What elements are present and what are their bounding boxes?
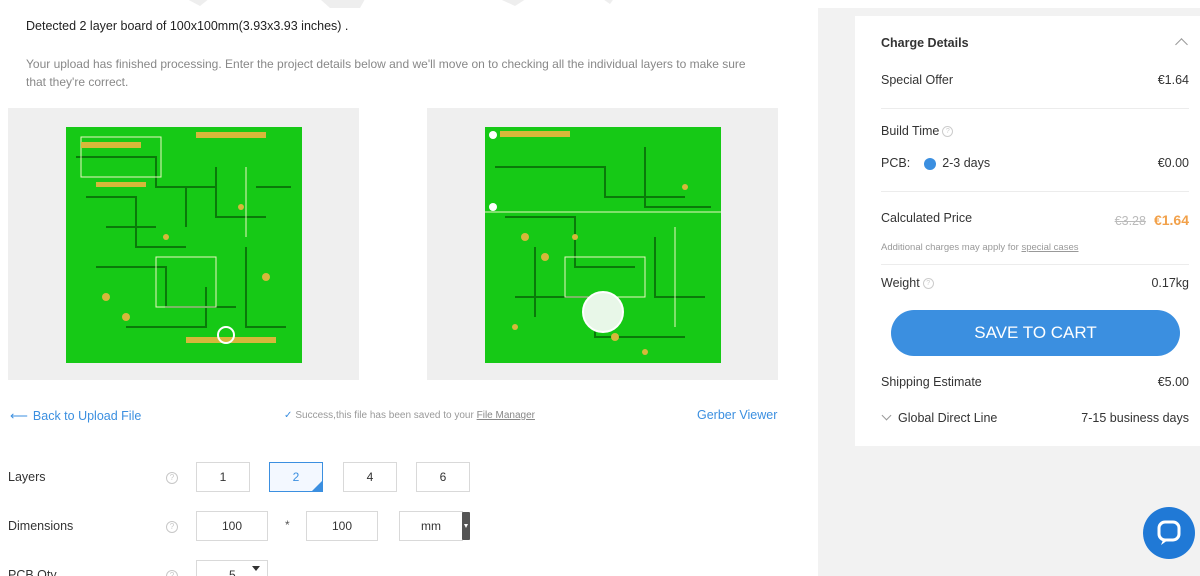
old-price: €3.28 xyxy=(1114,214,1146,228)
pcb-top-image xyxy=(66,127,302,363)
special-offer-value: €1.64 xyxy=(1157,73,1189,87)
shipping-estimate-value: €5.00 xyxy=(1157,375,1189,389)
dimension-width-input[interactable]: 100 xyxy=(196,511,268,541)
build-time-help-icon[interactable]: ? xyxy=(942,126,954,138)
dimension-separator: * xyxy=(285,518,290,532)
special-cases-link[interactable]: special cases xyxy=(1021,242,1078,253)
chevron-up-icon[interactable] xyxy=(1175,38,1188,51)
success-text: Success,this file has been saved to your xyxy=(295,410,474,421)
dimension-unit-select[interactable]: mm xyxy=(399,511,463,541)
shipping-method-select[interactable]: Global Direct Line xyxy=(881,410,998,425)
shipping-estimate-label: Shipping Estimate xyxy=(881,375,982,389)
back-to-upload-link[interactable]: ⟵ Back to Upload File xyxy=(10,408,141,423)
radio-selected-icon[interactable] xyxy=(924,157,937,170)
pcb-bottom-image xyxy=(485,127,721,363)
new-price: €1.64 xyxy=(1153,212,1189,228)
divider xyxy=(881,108,1189,109)
calculated-price-values: €3.28 €1.64 xyxy=(1115,212,1189,228)
shipping-time-value: 7-15 business days xyxy=(1081,411,1189,425)
special-offer-label: Special Offer xyxy=(881,73,954,87)
detected-message: Detected 2 layer board of 100x100mm(3.93… xyxy=(26,19,349,33)
main-content: Detected 2 layer board of 100x100mm(3.93… xyxy=(0,0,800,576)
charge-details-card: Charge Details Special Offer €1.64 Build… xyxy=(855,16,1200,446)
layers-option-2[interactable]: 2 xyxy=(269,462,323,492)
weight-value: 0.17kg xyxy=(1151,276,1189,290)
weight-row: Weight? xyxy=(881,276,934,290)
dimension-height-input[interactable]: 100 xyxy=(306,511,378,541)
check-icon: ✓ xyxy=(284,410,293,421)
chat-button[interactable] xyxy=(1143,507,1195,559)
links-row: ⟵ Back to Upload File ✓ Success,this file … xyxy=(0,408,800,426)
pcb-bottom-preview[interactable] xyxy=(427,108,778,380)
build-time-label: Build Time xyxy=(881,124,940,138)
build-time-row: Build Time? xyxy=(881,124,954,138)
save-to-cart-button[interactable]: SAVE TO CART xyxy=(891,310,1180,356)
pcb-top-preview[interactable] xyxy=(8,108,359,380)
pcb-build-option: 2-3 days xyxy=(942,156,991,170)
pcb-qty-label: PCB Qty xyxy=(8,568,57,576)
note-text: Additional charges may apply for xyxy=(881,242,1019,253)
weight-label: Weight xyxy=(881,276,920,290)
weight-help-icon[interactable]: ? xyxy=(922,278,934,290)
additional-charges-note: Additional charges may apply for special… xyxy=(881,242,1079,253)
layers-option-4[interactable]: 4 xyxy=(343,462,397,492)
layers-help-icon[interactable]: ? xyxy=(166,472,178,484)
file-manager-link[interactable]: File Manager xyxy=(477,410,535,421)
chevron-down-icon xyxy=(881,410,892,421)
dimensions-help-icon[interactable]: ? xyxy=(166,521,178,533)
layers-option-1[interactable]: 1 xyxy=(196,462,250,492)
divider xyxy=(881,264,1189,265)
back-to-upload-label: Back to Upload File xyxy=(32,409,142,423)
charge-details-title: Charge Details xyxy=(881,36,969,50)
calculated-price-label: Calculated Price xyxy=(881,211,973,225)
unit-dropdown-icon[interactable] xyxy=(462,512,470,540)
layers-option-6[interactable]: 6 xyxy=(416,462,470,492)
divider xyxy=(881,191,1189,192)
gerber-viewer-link[interactable]: Gerber Viewer xyxy=(697,408,777,422)
success-message: ✓ Success,this file has been saved to you… xyxy=(284,410,535,421)
intro-text: Your upload has finished processing. Ent… xyxy=(26,57,746,89)
pcb-build-row[interactable]: PCB: 2-3 days xyxy=(881,156,990,170)
chat-icon xyxy=(1157,520,1181,545)
back-arrow-icon: ⟵ xyxy=(10,409,28,423)
shipping-method-label: Global Direct Line xyxy=(898,411,998,425)
pcb-build-value: €0.00 xyxy=(1157,156,1189,170)
pcb-qty-help-icon[interactable]: ? xyxy=(166,570,178,576)
qty-dropdown-icon xyxy=(252,566,260,571)
pcb-build-label: PCB: xyxy=(881,156,911,170)
dimensions-label: Dimensions xyxy=(8,519,74,533)
layers-label: Layers xyxy=(8,470,46,484)
